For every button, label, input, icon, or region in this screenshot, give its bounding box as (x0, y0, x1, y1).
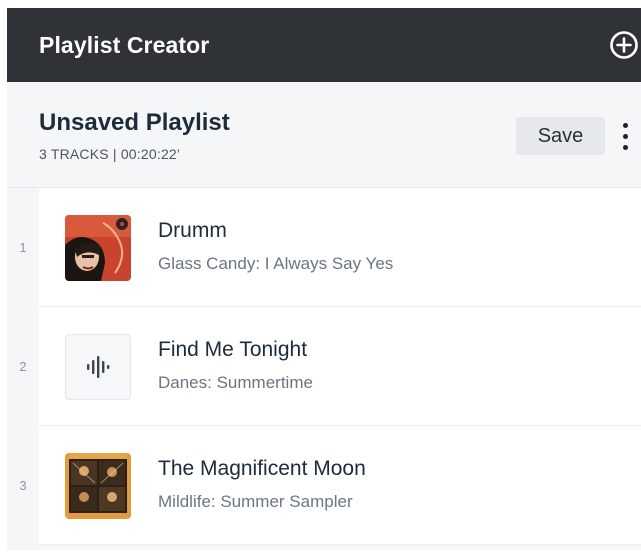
track-row: 1 Drumm Glass Candy: I Always Say Yes (7, 188, 641, 307)
track-title: Drumm (158, 219, 227, 242)
track-title: The Magnificent Moon (158, 457, 366, 480)
playlist-creator-app: Playlist Creator Unsaved Playlist 3 TRAC… (7, 8, 641, 550)
track-number: 3 (19, 478, 27, 493)
app-header: Playlist Creator (7, 8, 641, 82)
track-row: 2 Find Me Tonight Danes: Summertime (7, 307, 641, 426)
track-subtitle: Danes: Summertime (158, 373, 313, 392)
album-cover-glass-candy (65, 215, 131, 281)
vertical-ellipsis-icon[interactable] (614, 118, 636, 154)
track-list: 1 Drumm Glass Candy: I Always Say Yes 2 … (7, 188, 641, 545)
app-title: Playlist Creator (39, 31, 210, 58)
ellipsis-dot (622, 144, 628, 150)
track-item[interactable]: Drumm Glass Candy: I Always Say Yes (39, 188, 641, 307)
playlist-meta: 3 TRACKS | 00:20:22’ (39, 146, 181, 162)
track-subtitle: Glass Candy: I Always Say Yes (158, 254, 394, 273)
ellipsis-dot (622, 122, 628, 128)
track-subtitle: Mildlife: Summer Sampler (158, 492, 353, 511)
ellipsis-dot (622, 133, 628, 139)
track-number: 1 (19, 240, 27, 255)
playlist-name: Unsaved Playlist (39, 109, 230, 136)
track-title: Find Me Tonight (158, 338, 308, 361)
playlist-header: Unsaved Playlist 3 TRACKS | 00:20:22’ Sa… (7, 82, 641, 188)
plus-circle-icon[interactable] (609, 30, 639, 60)
album-cover-mildlife (65, 453, 131, 519)
track-item[interactable]: The Magnificent Moon Mildlife: Summer Sa… (39, 426, 641, 545)
track-item[interactable]: Find Me Tonight Danes: Summertime (39, 307, 641, 426)
track-number: 2 (19, 359, 27, 374)
save-button[interactable]: Save (516, 117, 605, 155)
track-row: 3 The Magnificent Moon Mildlife: Summer … (7, 426, 641, 545)
audio-waveform-icon (65, 334, 131, 400)
